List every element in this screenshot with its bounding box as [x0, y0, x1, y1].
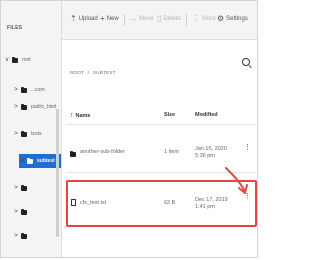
- upload-icon: ⇡: [70, 14, 77, 23]
- breadcrumb-root[interactable]: ROOT: [70, 70, 84, 75]
- column-header-name[interactable]: ↑ Name: [70, 112, 90, 119]
- sidebar-item-tests[interactable]: > tests: [13, 127, 42, 141]
- more-label: More: [202, 16, 216, 22]
- new-label: New: [106, 16, 119, 22]
- breadcrumb: ROOT / SUBTEST: [70, 70, 116, 75]
- folder-icon: [21, 130, 27, 137]
- chevron-right-icon[interactable]: >: [13, 131, 19, 137]
- sidebar-item-label: tests: [31, 131, 42, 137]
- folder-icon: [21, 208, 27, 215]
- highlight-box: [66, 180, 257, 227]
- folder-icon: [21, 103, 27, 110]
- more-button[interactable]: ⋮ More: [192, 14, 216, 23]
- more-vertical-icon[interactable]: ⋮: [244, 144, 251, 151]
- sidebar-item-label: ...com: [31, 87, 45, 93]
- trash-icon: ▯: [157, 14, 162, 23]
- chevron-down-icon[interactable]: v: [4, 57, 10, 63]
- sidebar-item-folder[interactable]: >: [13, 229, 31, 243]
- row-divider: [66, 172, 256, 173]
- chevron-right-icon[interactable]: >: [13, 233, 19, 239]
- toolbar-divider: [124, 14, 125, 26]
- folder-icon: [70, 151, 76, 157]
- file-size: 1 item: [164, 149, 179, 155]
- sidebar-item-root[interactable]: v root: [4, 53, 31, 67]
- sidebar-item-folder[interactable]: >: [13, 181, 31, 195]
- search-icon[interactable]: [242, 58, 250, 66]
- sidebar-item-label: public_html: [31, 104, 57, 110]
- column-header-modified-label: Modified: [195, 112, 218, 118]
- move-button[interactable]: → Move: [129, 14, 154, 23]
- column-header-modified[interactable]: Modified: [195, 112, 218, 118]
- chevron-right-icon[interactable]: >: [13, 87, 19, 93]
- settings-button[interactable]: ⚙ Settings: [217, 14, 248, 23]
- upload-label: Upload: [78, 16, 98, 22]
- move-icon: →: [129, 14, 137, 23]
- sidebar-title: FILES: [7, 25, 23, 31]
- sidebar-scrollbar[interactable]: [56, 109, 59, 237]
- settings-label: Settings: [226, 16, 248, 22]
- breadcrumb-separator: /: [87, 70, 90, 75]
- folder-icon: [21, 232, 27, 239]
- sidebar-item-com[interactable]: > ...com: [13, 83, 45, 97]
- sidebar-item-folder[interactable]: >: [13, 205, 31, 219]
- chevron-right-icon[interactable]: >: [13, 185, 19, 191]
- sort-arrow-icon: ↑: [70, 112, 74, 119]
- header-divider: [66, 124, 256, 125]
- toolbar-divider: [186, 14, 187, 26]
- breadcrumb-current: SUBTEST: [92, 70, 116, 75]
- sidebar-item-public-html[interactable]: > public_html: [13, 100, 56, 114]
- folder-icon: [21, 184, 27, 191]
- sidebar-item-label: subtest: [37, 158, 55, 164]
- column-header-size-label: Size: [164, 112, 176, 118]
- chevron-right-icon[interactable]: >: [13, 209, 19, 215]
- new-button[interactable]: + New: [100, 14, 119, 23]
- sidebar-item-label: root: [22, 57, 31, 63]
- file-modified: Jan 15, 2020 5:36 pm: [195, 146, 227, 159]
- folder-icon: [21, 86, 27, 93]
- file-name[interactable]: another-sub-folder: [80, 149, 125, 155]
- toolbar: ⇡ Upload + New → Move ▯ Delete ⋮ More ⚙ …: [62, 1, 257, 40]
- upload-button[interactable]: ⇡ Upload: [70, 14, 98, 23]
- chevron-right-icon[interactable]: >: [19, 158, 25, 164]
- sidebar: FILES v root > ...com > public_html > te…: [1, 1, 62, 257]
- column-header-name-label: Name: [75, 112, 91, 119]
- delete-button[interactable]: ▯ Delete: [157, 14, 181, 23]
- move-label: Move: [139, 16, 154, 22]
- more-vertical-icon: ⋮: [192, 14, 200, 23]
- folder-icon: [12, 56, 18, 63]
- column-header-size[interactable]: Size: [164, 112, 175, 118]
- chevron-right-icon[interactable]: >: [13, 104, 19, 110]
- folder-icon: [27, 157, 33, 164]
- plus-icon: +: [100, 14, 105, 23]
- delete-label: Delete: [163, 16, 181, 22]
- gear-icon: ⚙: [217, 14, 225, 23]
